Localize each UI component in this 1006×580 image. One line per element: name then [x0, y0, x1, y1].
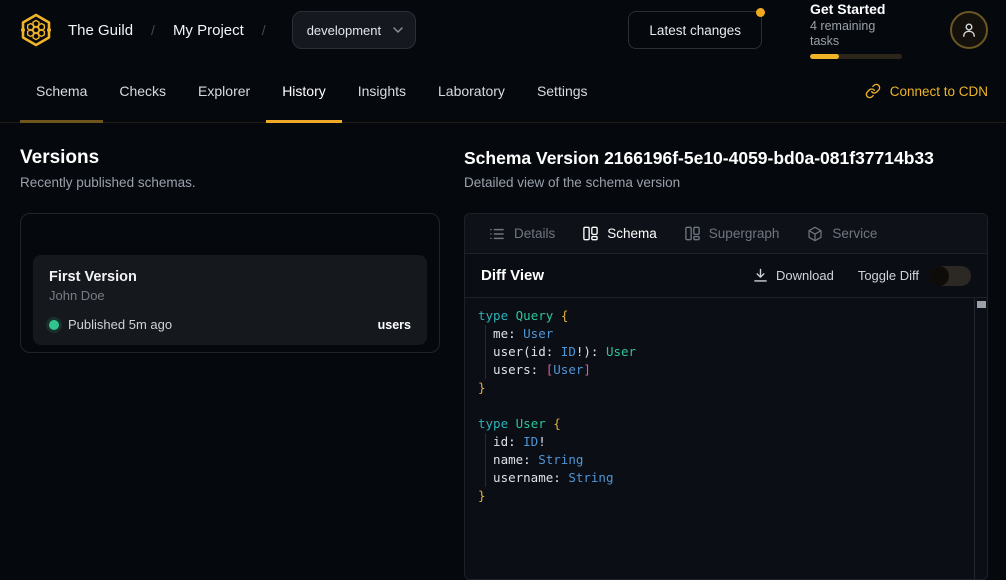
content: Versions Recently published schemas. Fir…: [0, 123, 1006, 563]
code-scrollbar-thumb[interactable]: [977, 301, 986, 308]
schema-code-viewer: type Query { me: User user(id: ID!): Use…: [465, 298, 987, 579]
version-detail-title: Schema Version 2166196f-5e10-4059-bd0a-0…: [464, 147, 988, 169]
get-started-widget[interactable]: Get Started 4 remaining tasks: [810, 1, 902, 59]
tab-supergraph-label: Supergraph: [709, 226, 780, 241]
latest-changes-button[interactable]: Latest changes: [628, 11, 762, 49]
diff-actions: Download Toggle Diff: [753, 266, 971, 286]
tab-supergraph[interactable]: Supergraph: [685, 226, 780, 241]
get-started-progress-fill: [810, 54, 839, 59]
version-detail-panel: Details Schema: [464, 213, 988, 580]
tab-schema-label: Schema: [607, 226, 657, 241]
page: The Guild / My Project / development Lat…: [0, 0, 1006, 563]
hive-hexagon-logo: [18, 12, 54, 48]
link-icon: [865, 83, 881, 99]
service-badge: users: [378, 318, 411, 332]
versions-title: Versions: [20, 147, 440, 169]
diff-toolbar: Diff View Download: [465, 254, 987, 298]
columns-icon: [583, 226, 598, 241]
download-button[interactable]: Download: [753, 268, 834, 283]
versions-header: Versions Recently published schemas.: [20, 147, 440, 191]
nav-tab-checks[interactable]: Checks: [103, 60, 182, 122]
version-detail-section: Schema Version 2166196f-5e10-4059-bd0a-0…: [464, 147, 988, 580]
code-scrollbar[interactable]: [974, 298, 987, 579]
toggle-diff-switch[interactable]: [929, 266, 971, 286]
toggle-diff-group: Toggle Diff: [858, 266, 971, 286]
top-bar-right: Latest changes Get Started 4 remaining t…: [628, 1, 988, 59]
target-selector[interactable]: development: [292, 11, 416, 49]
version-card-title: First Version: [49, 268, 411, 286]
versions-list: First Version John Doe Published 5m ago …: [20, 213, 440, 353]
connect-to-cdn-link[interactable]: Connect to CDN: [865, 83, 988, 99]
box-icon: [807, 226, 823, 242]
toggle-diff-label: Toggle Diff: [858, 268, 919, 283]
version-card-author: John Doe: [49, 288, 411, 304]
tab-service[interactable]: Service: [807, 226, 877, 242]
connect-to-cdn-label: Connect to CDN: [890, 84, 988, 99]
get-started-progress-track: [810, 54, 902, 59]
toggle-diff-knob: [929, 266, 949, 286]
download-icon: [753, 268, 768, 283]
list-icon: [489, 227, 505, 241]
published-status-dot: [49, 320, 59, 330]
nav-tab-settings[interactable]: Settings: [521, 60, 604, 122]
schema-sdl-code[interactable]: type Query { me: User user(id: ID!): Use…: [465, 298, 987, 517]
chevron-down-icon: [393, 27, 403, 33]
breadcrumb-project[interactable]: My Project: [173, 22, 244, 39]
nav-tab-explorer[interactable]: Explorer: [182, 60, 266, 122]
breadcrumb-separator: /: [151, 22, 155, 38]
version-card-status-row: Published 5m ago users: [49, 317, 411, 332]
nav-tab-history[interactable]: History: [266, 60, 342, 122]
main-nav: Schema Checks Explorer History Insights …: [0, 60, 1006, 123]
breadcrumb: The Guild / My Project / development: [68, 11, 416, 49]
main-nav-tabs: Schema Checks Explorer History Insights …: [20, 60, 604, 122]
breadcrumb-separator: /: [262, 22, 266, 38]
tab-service-label: Service: [832, 226, 877, 241]
tab-schema[interactable]: Schema: [583, 226, 657, 241]
hive-logo-icon[interactable]: [18, 12, 54, 48]
diff-view-title: Diff View: [481, 267, 544, 284]
version-detail-subtitle: Detailed view of the schema version: [464, 174, 988, 191]
version-detail-header: Schema Version 2166196f-5e10-4059-bd0a-0…: [464, 147, 988, 191]
versions-section: Versions Recently published schemas. Fir…: [20, 147, 440, 580]
tab-details[interactable]: Details: [489, 226, 555, 241]
versions-subtitle: Recently published schemas.: [20, 174, 440, 191]
top-bar: The Guild / My Project / development Lat…: [0, 0, 1006, 60]
get-started-subtitle: 4 remaining tasks: [810, 19, 902, 49]
user-avatar[interactable]: [950, 11, 988, 49]
nav-tab-insights[interactable]: Insights: [342, 60, 422, 122]
tab-details-label: Details: [514, 226, 555, 241]
breadcrumb-org[interactable]: The Guild: [68, 22, 133, 39]
download-label: Download: [776, 268, 834, 283]
latest-changes-label: Latest changes: [649, 23, 741, 38]
target-selector-value: development: [307, 23, 381, 38]
detail-tabs: Details Schema: [465, 214, 987, 254]
columns-icon: [685, 226, 700, 241]
version-card[interactable]: First Version John Doe Published 5m ago …: [33, 255, 427, 345]
notification-dot: [756, 8, 765, 17]
version-card-status: Published 5m ago: [68, 317, 172, 332]
person-icon: [961, 22, 977, 38]
nav-tab-schema[interactable]: Schema: [20, 60, 103, 122]
nav-tab-laboratory[interactable]: Laboratory: [422, 60, 521, 122]
get-started-title: Get Started: [810, 1, 902, 18]
